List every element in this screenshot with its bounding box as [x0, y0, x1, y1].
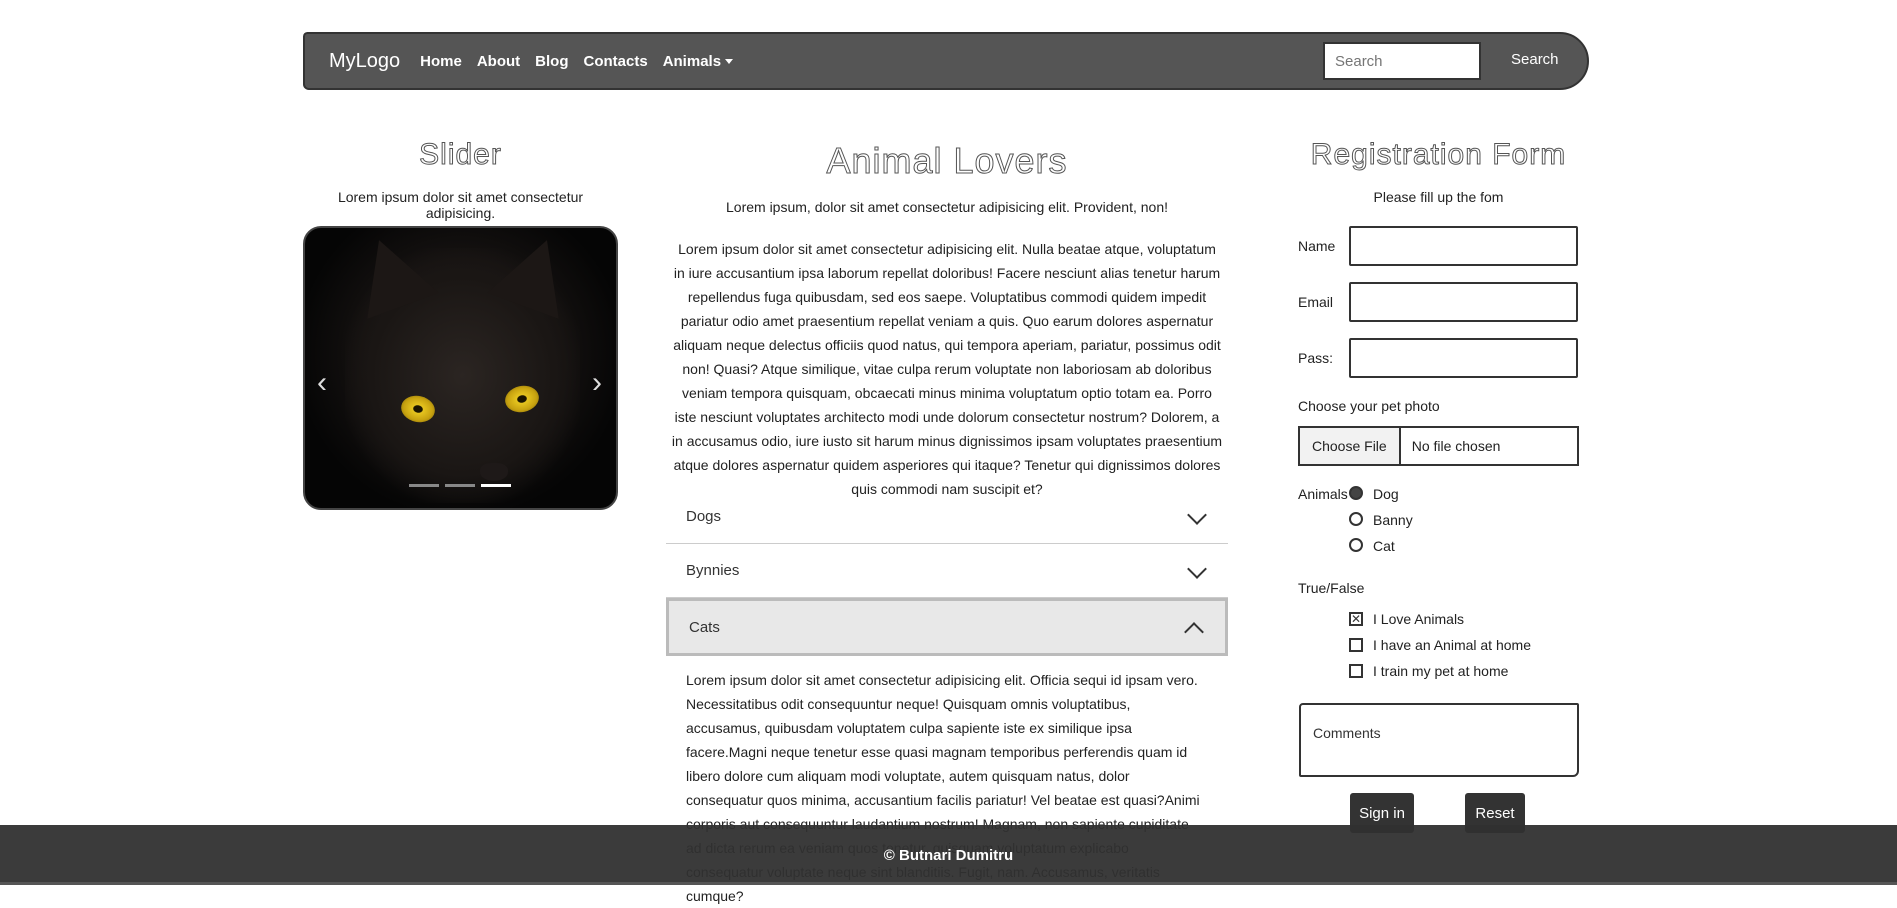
checkbox-love-animals[interactable]: ✕: [1349, 612, 1363, 626]
checkbox-train-pet-label: I train my pet at home: [1373, 663, 1509, 679]
carousel-indicator-1[interactable]: [409, 484, 439, 487]
animals-label: Animals: [1298, 486, 1348, 502]
nav-home[interactable]: Home: [420, 53, 462, 70]
slider-subtitle: Lorem ipsum dolor sit amet consectetur a…: [337, 189, 584, 221]
carousel-prev-icon[interactable]: ‹: [317, 366, 327, 400]
password-field[interactable]: [1349, 338, 1578, 378]
truefalse-label: True/False: [1298, 580, 1365, 596]
carousel-indicators: [409, 484, 511, 487]
carousel-indicator-2[interactable]: [445, 484, 475, 487]
form-subtitle: Please fill up the fom: [1373, 189, 1504, 205]
radio-banny[interactable]: [1349, 512, 1363, 526]
brand-logo[interactable]: MyLogo: [329, 50, 400, 73]
nav-blog[interactable]: Blog: [535, 53, 568, 70]
cat-nose: [480, 463, 508, 481]
radio-cat-label: Cat: [1373, 538, 1395, 554]
carousel-indicator-3[interactable]: [481, 484, 511, 487]
email-field[interactable]: [1349, 282, 1578, 322]
checkbox-animal-home[interactable]: [1349, 638, 1363, 652]
slider-title: Slider: [419, 138, 502, 172]
cat-eye-right: [502, 382, 542, 416]
cat-ear-right: [487, 228, 583, 319]
accordion-label: Dogs: [686, 508, 722, 525]
search-button[interactable]: Search: [1511, 51, 1559, 68]
email-label: Email: [1298, 294, 1334, 310]
accordion-dogs[interactable]: Dogs: [666, 490, 1228, 544]
search-input[interactable]: [1323, 42, 1481, 80]
nav-about[interactable]: About: [477, 53, 520, 70]
photo-label: Choose your pet photo: [1298, 398, 1440, 414]
main-paragraph: Lorem ipsum dolor sit amet consectetur a…: [671, 241, 1223, 497]
checkbox-animal-home-label: I have an Animal at home: [1373, 637, 1531, 653]
footer-copyright: © Butnari Dumitru: [883, 846, 1014, 864]
checkbox-love-animals-label: I Love Animals: [1373, 611, 1465, 627]
image-carousel[interactable]: ‹ ›: [303, 226, 618, 510]
radio-dog-label: Dog: [1373, 486, 1399, 502]
accordion-bynnies[interactable]: Bynnies: [666, 544, 1228, 598]
nav-contacts[interactable]: Contacts: [584, 53, 648, 70]
nav-animals-label: Animals: [662, 52, 722, 70]
form-title: Registration Form: [1310, 138, 1567, 172]
pet-photo-file-input[interactable]: Choose File No file chosen: [1298, 426, 1579, 466]
radio-cat[interactable]: [1349, 538, 1363, 552]
cat-ear-left: [343, 228, 439, 319]
name-label: Name: [1298, 238, 1336, 254]
choose-file-button[interactable]: Choose File: [1300, 428, 1401, 464]
accordion-label: Cats: [689, 618, 720, 636]
navbar: MyLogo Home About Blog Contacts Animals …: [303, 32, 1589, 90]
accordion-cats[interactable]: Cats: [666, 598, 1228, 656]
chevron-down-icon: [1187, 505, 1207, 525]
chevron-up-icon: [1184, 622, 1204, 642]
accordion-label: Bynnies: [686, 562, 740, 579]
checkbox-train-pet[interactable]: [1349, 664, 1363, 678]
comments-textarea[interactable]: Comments: [1299, 703, 1579, 777]
nav-animals-dropdown[interactable]: Animals: [662, 52, 734, 70]
pass-label: Pass:: [1298, 350, 1334, 366]
cat-photo: [343, 228, 583, 503]
main-title: Animal Lovers: [826, 140, 1068, 182]
carousel-next-icon[interactable]: ›: [592, 366, 602, 400]
chevron-down-icon: [1187, 559, 1207, 579]
caret-down-icon: [725, 59, 734, 65]
main-subtitle: Lorem ipsum, dolor sit amet consectetur …: [726, 199, 1168, 215]
cat-eye-left: [398, 392, 438, 426]
name-field[interactable]: [1349, 226, 1578, 266]
radio-dog[interactable]: [1349, 486, 1363, 500]
radio-banny-label: Banny: [1373, 512, 1413, 528]
file-status: No file chosen: [1411, 438, 1501, 454]
footer: © Butnari Dumitru: [0, 825, 1897, 885]
